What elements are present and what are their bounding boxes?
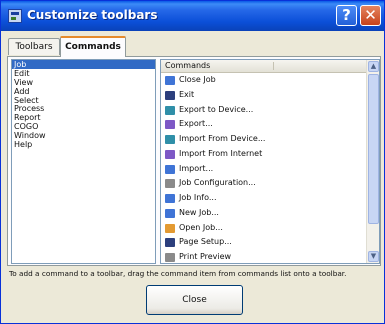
commands-list[interactable]: Commands Close Job Exit Export to Device..… (160, 59, 380, 264)
dialog-title: Customize toolbars (27, 8, 158, 22)
category-items: Job Edit View Add Select Process Report COGO Win… (12, 60, 155, 149)
command-label: Page Setup... (179, 237, 232, 247)
job-info-icon (165, 194, 175, 203)
column-separator (273, 62, 274, 70)
close-job-icon (165, 76, 175, 85)
command-item[interactable]: Job Configuration... (161, 176, 366, 191)
command-item[interactable]: Exit (161, 88, 366, 103)
command-label: Open Job... (179, 222, 223, 232)
command-item[interactable]: New Job... (161, 206, 366, 221)
command-label: Import From Internet (179, 148, 263, 158)
command-label: Job Info... (179, 193, 217, 202)
command-label: Exit (179, 89, 195, 99)
category-item-edit[interactable]: Edit (12, 69, 155, 78)
category-item-process[interactable]: Process (12, 104, 155, 114)
command-label: Export to Device... (179, 104, 254, 114)
close-button[interactable]: Close (146, 285, 243, 315)
command-item[interactable]: Export... (161, 117, 366, 132)
help-button[interactable]: ? (336, 5, 357, 26)
command-items: Close Job Exit Export to Device... Export..… (161, 73, 366, 263)
page-setup-icon (165, 238, 175, 248)
command-item[interactable]: Print Preview (161, 250, 366, 263)
command-item[interactable]: Close Job (161, 73, 366, 88)
category-item-job[interactable]: Job (12, 60, 155, 69)
command-item[interactable]: Export to Device... (161, 103, 366, 118)
command-item[interactable]: Import... (161, 162, 366, 177)
import-icon (165, 164, 175, 174)
export-device-icon (165, 105, 175, 115)
command-label: New Job... (179, 207, 219, 217)
category-item-view[interactable]: View (12, 78, 155, 87)
instruction-text: To add a command to a toolbar, drag the … (9, 269, 347, 278)
command-label: Close Job (179, 75, 216, 84)
command-label: Import... (179, 163, 214, 173)
window-close-button[interactable]: ✕ (360, 5, 381, 26)
command-item[interactable]: Import From Internet (161, 147, 366, 162)
toolbar-app-icon (8, 9, 22, 23)
export-icon (165, 120, 175, 130)
category-item-add[interactable]: Add (12, 87, 155, 96)
exit-icon (165, 90, 175, 100)
category-item-help[interactable]: Help (12, 140, 155, 149)
category-item-select[interactable]: Select (12, 96, 155, 105)
command-label: Import From Device... (179, 134, 266, 143)
command-item[interactable]: Page Setup... (161, 235, 366, 250)
title-bar[interactable]: Customize toolbars ? ✕ (1, 1, 384, 31)
new-job-icon (165, 208, 175, 218)
scroll-down-arrow-icon[interactable]: ▼ (368, 251, 379, 262)
category-list[interactable]: Job Edit View Add Select Process Report COGO Win… (11, 59, 156, 264)
command-label: Export... (179, 119, 213, 129)
tab-commands[interactable]: Commands (60, 36, 126, 57)
commands-scrollbar[interactable]: ▲ ▼ (366, 60, 379, 263)
customize-toolbars-dialog: Customize toolbars ? ✕ Toolbars Commands… (0, 0, 385, 324)
scroll-up-arrow-icon[interactable]: ▲ (368, 61, 379, 72)
category-item-window[interactable]: Window (12, 131, 155, 140)
commands-column-header[interactable]: Commands (161, 60, 366, 73)
open-job-icon (165, 223, 175, 233)
category-item-report[interactable]: Report (12, 113, 155, 122)
tab-toolbars[interactable]: Toolbars (8, 38, 60, 55)
commands-header-label: Commands (165, 61, 211, 70)
import-internet-icon (165, 149, 175, 159)
print-preview-icon (165, 253, 175, 262)
command-label: Print Preview (179, 252, 232, 261)
job-config-icon (165, 179, 175, 189)
command-item[interactable]: Job Info... (161, 191, 366, 206)
import-device-icon (165, 135, 175, 144)
command-item[interactable]: Open Job... (161, 221, 366, 236)
scroll-thumb[interactable] (368, 74, 379, 224)
command-item[interactable]: Import From Device... (161, 132, 366, 147)
command-label: Job Configuration... (179, 178, 256, 188)
category-item-cogo[interactable]: COGO (12, 122, 155, 131)
